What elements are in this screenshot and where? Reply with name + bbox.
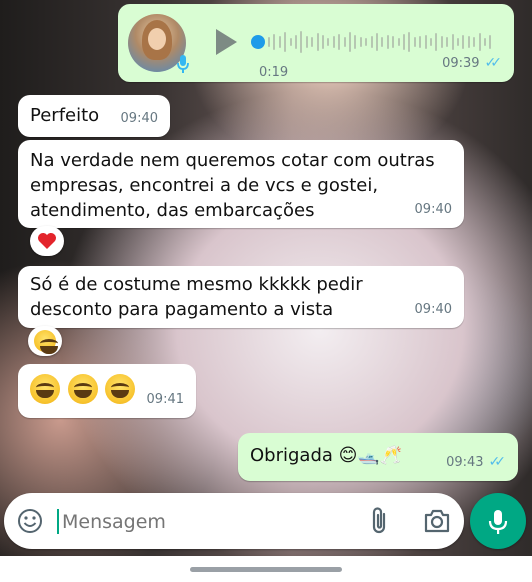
attach-icon[interactable]: [366, 506, 394, 536]
waveform-bar: [457, 38, 459, 46]
waveform-bar: [268, 37, 270, 47]
message-emojis: 😊🛥️🥂: [338, 445, 403, 466]
playback-progress-handle[interactable]: [251, 35, 265, 49]
message-text: Obrigada: [250, 445, 333, 466]
waveform-bar: [462, 35, 465, 49]
voice-message-bubble[interactable]: 0:19 09:39 ✓✓: [118, 4, 514, 82]
emoji-sweat-smile-2: [67, 374, 98, 404]
waveform-bar: [376, 33, 378, 51]
message-input-bar: [4, 493, 464, 549]
laughing-emoji-icon[interactable]: [28, 326, 62, 356]
waveform-bar: [489, 35, 492, 49]
waveform-bar: [370, 36, 373, 48]
time-label: 09:43: [446, 455, 484, 470]
double-check-icon: ✓✓: [484, 55, 503, 71]
waveform-bar: [327, 38, 330, 46]
message-line-2: desconto para pagamento a vista: [30, 299, 334, 320]
waveform-bar: [338, 34, 341, 50]
waveform-bar: [446, 37, 449, 47]
waveform-bar: [381, 37, 384, 47]
waveform-bar: [305, 36, 308, 48]
message-line-1: Só é de costume mesmo kkkkk pedir: [30, 274, 363, 295]
waveform-bar: [278, 36, 281, 48]
message-line-1: Na verdade nem queremos cotar com outras: [30, 150, 435, 171]
waveform-bar: [440, 36, 443, 48]
heart-icon[interactable]: [30, 226, 64, 256]
waveform-bar: [435, 33, 438, 51]
message-time: 09:40: [414, 202, 452, 217]
time-label: 09:39: [442, 56, 480, 71]
message-bubble-desconto[interactable]: Só é de costume mesmo kkkkk pedir descon…: [18, 266, 464, 328]
waveform-bar: [397, 38, 400, 46]
waveform-bar: [365, 38, 368, 46]
waveform-bar: [408, 32, 411, 52]
waveform-bar: [295, 35, 297, 49]
waveform-bar: [354, 35, 357, 49]
waveform-bar: [419, 36, 422, 48]
emoji-sweat-smile-1: [30, 374, 60, 404]
home-gesture-handle[interactable]: [190, 567, 342, 572]
message-text: Perfeito: [30, 105, 100, 126]
waveform-bar: [359, 37, 362, 47]
message-input[interactable]: [60, 503, 354, 541]
message-time: 09:41: [146, 392, 184, 407]
waveform-bar: [300, 31, 303, 53]
message-bubble-perfeito[interactable]: Perfeito 09:40: [18, 95, 170, 137]
emoji-sweat-smile-3: [105, 374, 136, 404]
waveform-bar: [424, 35, 427, 49]
waveform-bar: [316, 33, 319, 51]
waveform-bar: [478, 33, 481, 51]
voice-record-button[interactable]: [470, 493, 526, 549]
camera-icon[interactable]: [422, 507, 452, 535]
voice-message-time: 09:39 ✓✓: [442, 51, 502, 76]
text-cursor: [57, 509, 59, 534]
waveform-bar: [322, 35, 324, 49]
waveform-bar: [311, 37, 314, 47]
waveform-bar: [343, 37, 346, 47]
message-time: 09:43 ✓✓: [446, 450, 506, 475]
message-bubble-obrigada[interactable]: Obrigada 😊🛥️🥂 09:43 ✓✓: [238, 433, 518, 481]
microphone-icon: [176, 54, 190, 74]
waveform-bar: [273, 34, 276, 50]
voice-duration: 0:19: [259, 65, 289, 80]
waveform-bar: [392, 36, 395, 48]
waveform-bar: [289, 38, 292, 46]
play-icon[interactable]: [214, 28, 238, 56]
waveform-bar: [451, 34, 454, 50]
waveform-bar: [473, 37, 476, 47]
message-line-3: atendimento, das embarcações: [30, 200, 315, 221]
emoji-icon[interactable]: [16, 507, 44, 535]
double-check-icon: ✓✓: [488, 454, 507, 470]
waveform-bar: [386, 35, 389, 49]
waveform-bar: [403, 34, 405, 50]
message-line-2: empresas, encontrei a de vcs e gostei,: [30, 175, 379, 196]
waveform-bar: [284, 32, 287, 52]
system-navigation-bar: [0, 556, 532, 582]
waveform-bar: [413, 37, 416, 47]
waveform-bar: [467, 36, 470, 48]
waveform-bar: [349, 32, 351, 52]
message-time: 09:40: [414, 302, 452, 317]
waveform-bar: [484, 38, 486, 46]
microphone-icon: [487, 508, 509, 540]
message-time: 09:40: [120, 111, 158, 126]
message-bubble-na-verdade[interactable]: Na verdade nem queremos cotar com outras…: [18, 140, 464, 228]
waveform-bar: [430, 38, 432, 46]
waveform-bar: [332, 36, 335, 48]
message-bubble-emojis[interactable]: 09:41: [18, 364, 196, 418]
